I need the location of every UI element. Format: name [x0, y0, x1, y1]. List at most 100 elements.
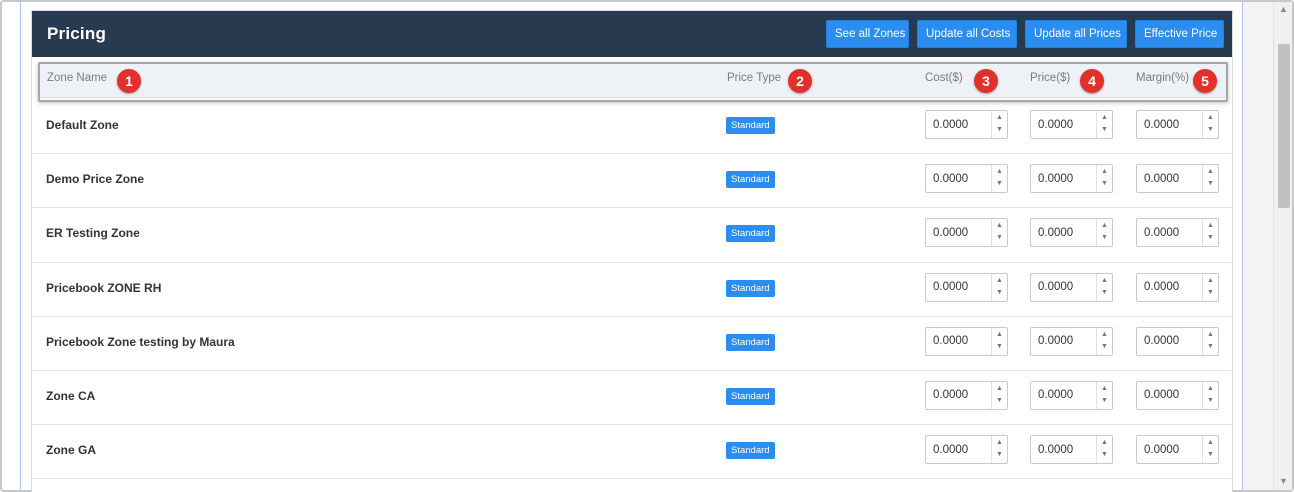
margin-input[interactable]: [1137, 219, 1201, 247]
margin-stepper[interactable]: ▲▼: [1136, 110, 1219, 139]
price-type-badge: Standard: [726, 117, 775, 134]
triangle-down-icon[interactable]: ▼: [1207, 397, 1214, 404]
cost-stepper[interactable]: ▲▼: [925, 326, 1008, 356]
cost-stepper[interactable]: ▲▼: [925, 218, 1008, 248]
margin-stepper[interactable]: ▲▼: [1136, 435, 1219, 465]
col-header-price: Price($): [1030, 72, 1071, 84]
triangle-down-icon[interactable]: ▼: [1207, 126, 1214, 133]
triangle-down-icon[interactable]: ▼: [1207, 234, 1214, 241]
price-stepper[interactable]: ▲▼: [1030, 326, 1113, 356]
triangle-down-icon[interactable]: ▼: [996, 180, 1003, 187]
triangle-down-icon[interactable]: ▼: [1101, 126, 1108, 133]
scroll-down-arrow-icon[interactable]: ▼: [1279, 476, 1288, 486]
margin-input[interactable]: [1137, 327, 1201, 355]
table-row: Zone GA Standard ▲▼ ▲▼ ▲▼: [32, 425, 1232, 480]
triangle-up-icon[interactable]: ▲: [996, 114, 1003, 121]
scroll-up-arrow-icon[interactable]: ▲: [1279, 4, 1288, 14]
margin-stepper[interactable]: ▲▼: [1136, 164, 1219, 194]
scrollbar-thumb[interactable]: [1278, 44, 1290, 208]
see-all-zones-button[interactable]: See all Zones: [826, 20, 909, 48]
triangle-down-icon[interactable]: ▼: [1101, 451, 1108, 458]
zone-name: Pricebook Zone testing by Maura: [46, 334, 235, 349]
price-stepper[interactable]: ▲▼: [1030, 272, 1113, 302]
price-input[interactable]: [1031, 165, 1095, 193]
zone-name: ER Testing Zone: [46, 226, 140, 241]
price-stepper[interactable]: ▲▼: [1030, 380, 1113, 410]
triangle-up-icon[interactable]: ▲: [1207, 331, 1214, 338]
triangle-down-icon[interactable]: ▼: [1101, 343, 1108, 350]
cost-stepper[interactable]: ▲▼: [925, 435, 1008, 465]
cost-input[interactable]: [926, 165, 990, 193]
price-stepper[interactable]: ▲▼: [1030, 110, 1113, 139]
price-stepper[interactable]: ▲▼: [1030, 435, 1113, 465]
triangle-down-icon[interactable]: ▼: [996, 397, 1003, 404]
price-input[interactable]: [1031, 381, 1095, 409]
cost-input[interactable]: [926, 273, 990, 301]
cost-input[interactable]: [926, 219, 990, 247]
panel-title: Pricing: [47, 24, 107, 43]
triangle-down-icon[interactable]: ▼: [996, 289, 1003, 296]
triangle-up-icon[interactable]: ▲: [1207, 168, 1214, 175]
effective-price-button[interactable]: Effective Price: [1135, 20, 1224, 48]
price-input[interactable]: [1031, 219, 1095, 247]
cost-input[interactable]: [926, 327, 990, 355]
triangle-down-icon[interactable]: ▼: [996, 126, 1003, 133]
callout-badge-2: 2: [788, 69, 812, 93]
triangle-down-icon[interactable]: ▼: [1101, 234, 1108, 241]
vertical-scrollbar[interactable]: ▲ ▼: [1273, 2, 1292, 490]
triangle-up-icon[interactable]: ▲: [1207, 439, 1214, 446]
cost-stepper[interactable]: ▲▼: [925, 164, 1008, 194]
triangle-up-icon[interactable]: ▲: [996, 277, 1003, 284]
triangle-up-icon[interactable]: ▲: [1207, 222, 1214, 229]
triangle-up-icon[interactable]: ▲: [1207, 385, 1214, 392]
triangle-down-icon[interactable]: ▼: [996, 451, 1003, 458]
update-all-costs-button[interactable]: Update all Costs: [917, 20, 1017, 48]
margin-input[interactable]: [1137, 273, 1201, 301]
triangle-up-icon[interactable]: ▲: [1101, 331, 1108, 338]
triangle-up-icon[interactable]: ▲: [1101, 385, 1108, 392]
triangle-up-icon[interactable]: ▲: [996, 439, 1003, 446]
triangle-down-icon[interactable]: ▼: [1101, 397, 1108, 404]
cost-stepper[interactable]: ▲▼: [925, 272, 1008, 302]
triangle-down-icon[interactable]: ▼: [996, 234, 1003, 241]
margin-input[interactable]: [1137, 436, 1201, 464]
triangle-up-icon[interactable]: ▲: [996, 222, 1003, 229]
triangle-up-icon[interactable]: ▲: [1101, 277, 1108, 284]
margin-stepper[interactable]: ▲▼: [1136, 272, 1219, 302]
margin-stepper[interactable]: ▲▼: [1136, 326, 1219, 356]
update-all-prices-button[interactable]: Update all Prices: [1025, 20, 1127, 48]
price-input[interactable]: [1031, 111, 1095, 138]
triangle-up-icon[interactable]: ▲: [996, 385, 1003, 392]
triangle-up-icon[interactable]: ▲: [996, 168, 1003, 175]
margin-input[interactable]: [1137, 165, 1201, 193]
column-header-row: Zone Name 1 Price Type 2 Cost($) 3 Price…: [38, 62, 1228, 102]
margin-input[interactable]: [1137, 111, 1201, 138]
margin-input[interactable]: [1137, 381, 1201, 409]
triangle-down-icon[interactable]: ▼: [1101, 180, 1108, 187]
margin-stepper[interactable]: ▲▼: [1136, 218, 1219, 248]
triangle-down-icon[interactable]: ▼: [1101, 289, 1108, 296]
price-input[interactable]: [1031, 273, 1095, 301]
cost-input[interactable]: [926, 111, 990, 138]
triangle-down-icon[interactable]: ▼: [1207, 451, 1214, 458]
triangle-up-icon[interactable]: ▲: [1101, 114, 1108, 121]
price-stepper[interactable]: ▲▼: [1030, 164, 1113, 194]
price-input[interactable]: [1031, 436, 1095, 464]
triangle-up-icon[interactable]: ▲: [1207, 277, 1214, 284]
triangle-up-icon[interactable]: ▲: [1207, 114, 1214, 121]
price-input[interactable]: [1031, 327, 1095, 355]
cost-input[interactable]: [926, 381, 990, 409]
triangle-up-icon[interactable]: ▲: [996, 331, 1003, 338]
triangle-down-icon[interactable]: ▼: [1207, 180, 1214, 187]
triangle-down-icon[interactable]: ▼: [996, 343, 1003, 350]
triangle-up-icon[interactable]: ▲: [1101, 222, 1108, 229]
triangle-down-icon[interactable]: ▼: [1207, 289, 1214, 296]
cost-stepper[interactable]: ▲▼: [925, 380, 1008, 410]
triangle-up-icon[interactable]: ▲: [1101, 168, 1108, 175]
cost-stepper[interactable]: ▲▼: [925, 110, 1008, 139]
margin-stepper[interactable]: ▲▼: [1136, 380, 1219, 410]
triangle-down-icon[interactable]: ▼: [1207, 343, 1214, 350]
cost-input[interactable]: [926, 436, 990, 464]
triangle-up-icon[interactable]: ▲: [1101, 439, 1108, 446]
price-stepper[interactable]: ▲▼: [1030, 218, 1113, 248]
